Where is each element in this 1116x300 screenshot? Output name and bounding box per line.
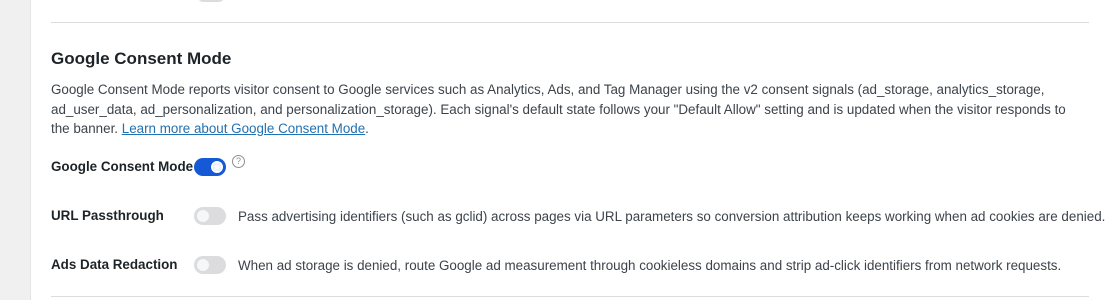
help-icon[interactable]: ? xyxy=(232,155,245,168)
url-passthrough-description: Pass advertising identifiers (such as gc… xyxy=(238,209,1106,224)
toggle-knob xyxy=(211,161,223,173)
toggle-knob xyxy=(197,210,209,222)
previous-toggle[interactable] xyxy=(198,0,224,2)
ads-data-redaction-label: Ads Data Redaction xyxy=(51,257,178,272)
consent-mode-label: Google Consent Mode xyxy=(51,159,194,174)
section-divider-top xyxy=(51,22,1089,23)
consent-mode-toggle[interactable] xyxy=(194,158,226,176)
section-description: Google Consent Mode reports visitor cons… xyxy=(51,80,1081,139)
ads-data-redaction-description: When ad storage is denied, route Google … xyxy=(238,258,1062,273)
learn-more-suffix: . xyxy=(365,121,369,136)
section-title: Google Consent Mode xyxy=(51,49,232,68)
toggle-knob xyxy=(197,259,209,271)
learn-more-link[interactable]: Learn more about Google Consent Mode xyxy=(122,121,365,136)
url-passthrough-label: URL Passthrough xyxy=(51,208,164,223)
settings-card: Google Consent Mode Google Consent Mode … xyxy=(30,0,1116,300)
ads-data-redaction-toggle[interactable] xyxy=(194,256,226,274)
url-passthrough-toggle[interactable] xyxy=(194,207,226,225)
section-divider-bottom xyxy=(51,296,1089,297)
